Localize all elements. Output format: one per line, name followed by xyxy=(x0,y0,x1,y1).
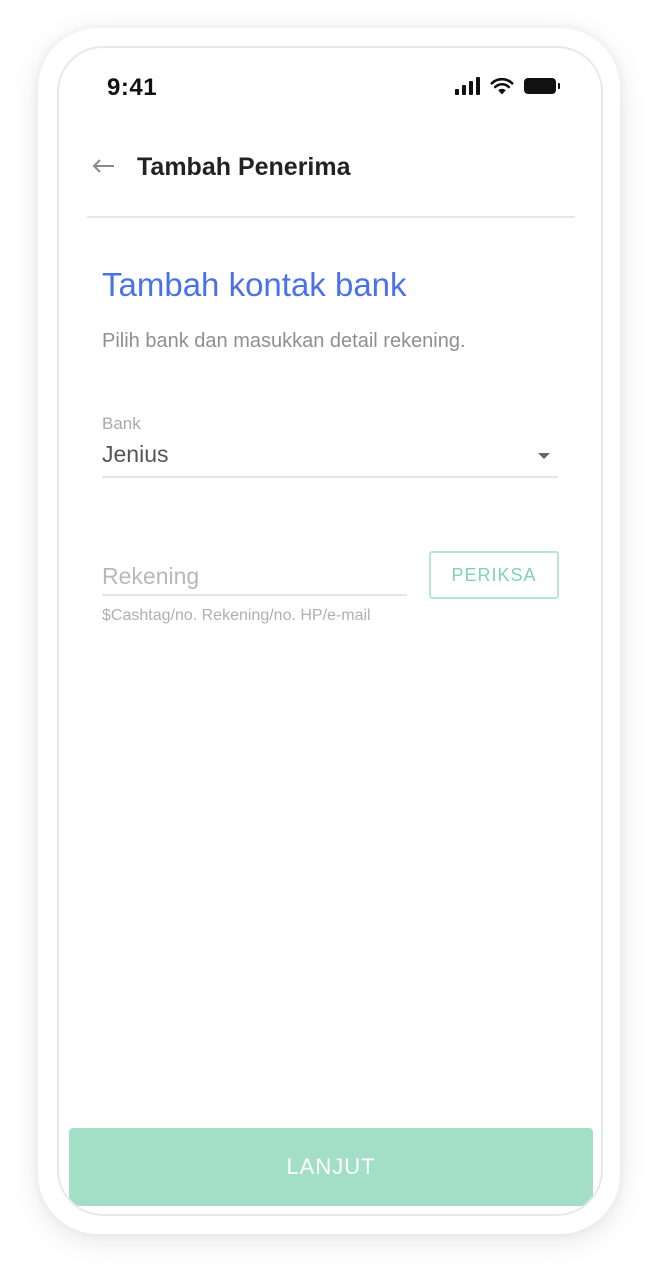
form-title: Tambah kontak bank xyxy=(102,266,407,303)
phone-screen: 9:41 Tambah Penerima Tambah kontak bank … xyxy=(57,46,603,1216)
account-helper-text: $Cashtag/no. Rekening/no. HP/e-mail xyxy=(102,607,371,624)
bank-select[interactable]: Jenius xyxy=(102,438,558,478)
wifi-icon xyxy=(490,77,514,95)
arrow-left-icon xyxy=(92,159,114,173)
caret-down-icon xyxy=(538,453,550,459)
back-button[interactable] xyxy=(91,153,117,179)
header-divider xyxy=(87,216,575,218)
page-title: Tambah Penerima xyxy=(137,153,351,181)
bank-select-value: Jenius xyxy=(102,441,169,467)
bank-label: Bank xyxy=(102,414,141,433)
status-time: 9:41 xyxy=(107,74,158,101)
continue-button[interactable]: LANJUT xyxy=(69,1128,593,1206)
check-button[interactable]: PERIKSA xyxy=(429,551,559,599)
battery-icon xyxy=(524,78,560,94)
status-icons xyxy=(455,75,560,97)
screen: 9:41 Tambah Penerima Tambah kontak bank … xyxy=(0,0,667,1270)
cellular-signal-icon xyxy=(455,77,480,95)
form-subtitle: Pilih bank dan masukkan detail rekening. xyxy=(102,330,466,352)
account-input[interactable] xyxy=(102,558,407,596)
